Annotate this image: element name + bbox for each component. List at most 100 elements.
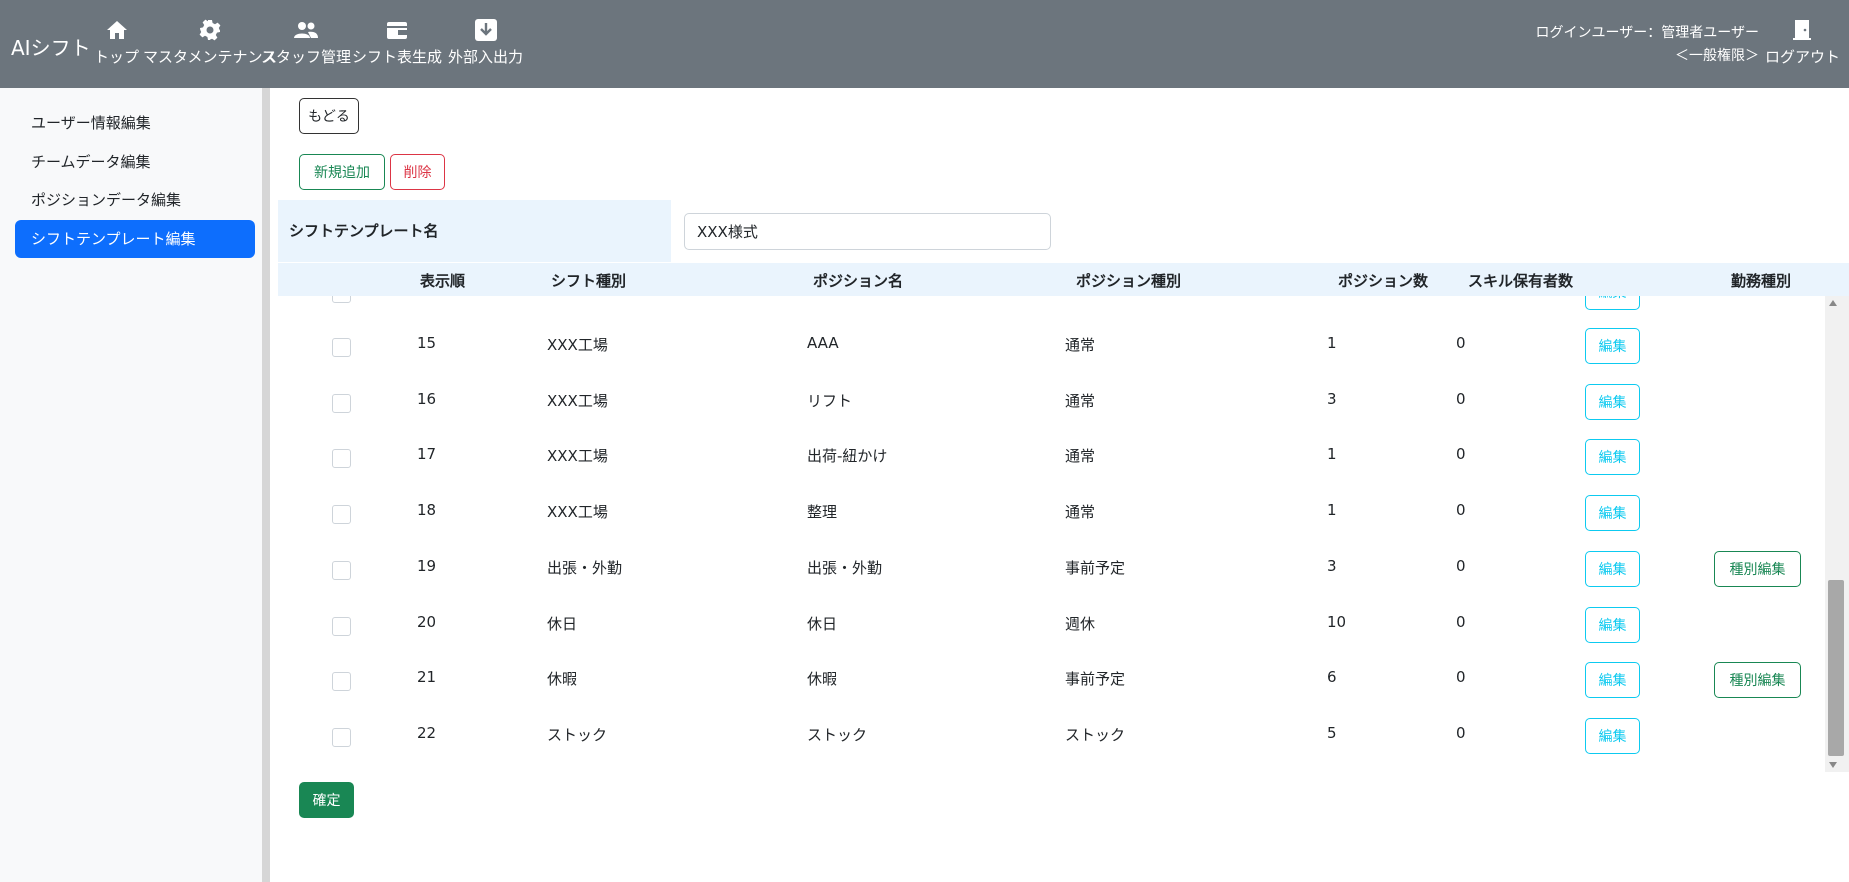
column-header-position-count: ポジション数 (1338, 272, 1429, 290)
logout-label: ログアウト (1764, 48, 1840, 66)
scroll-down-arrow[interactable] (1829, 762, 1837, 768)
logout-button[interactable]: ログアウト (1765, 18, 1840, 67)
nav-label: スタッフ管理 (261, 48, 352, 66)
row-checkbox[interactable] (332, 393, 351, 413)
edit-button[interactable]: 編集 (1585, 662, 1640, 699)
cell-position-name: 整理 (807, 503, 838, 522)
kind-edit-button[interactable]: 種別編集 (1714, 550, 1801, 587)
cell-position-name: リフト (807, 391, 853, 410)
sidebar-item-position-data[interactable]: ポジションデータ編集 (15, 181, 255, 219)
cell-position-type: 通常 (1065, 391, 1096, 410)
cell-shift-type: XXX工場 (547, 503, 608, 522)
cell-order: 19 (417, 556, 437, 575)
edit-button[interactable]: 編集 (1585, 606, 1640, 643)
nav-label: シフト表生成 (352, 48, 443, 66)
login-user-name: ログインユーザー：管理者ユーザー (1535, 25, 1759, 41)
cell-skill-holders: 0 (1456, 556, 1466, 575)
edit-button[interactable]: 編集 (1585, 495, 1640, 532)
login-user-role: ＜一般権限＞ (1675, 48, 1759, 64)
cell-position-count: 3 (1327, 556, 1337, 575)
users-icon (294, 22, 318, 38)
cell-skill-holders: 0 (1456, 612, 1466, 631)
delete-button[interactable]: 削除 (390, 154, 445, 190)
table-row: 編集 (278, 296, 1825, 310)
door-icon (1793, 20, 1812, 40)
row-checkbox[interactable] (332, 338, 351, 357)
cell-position-count: 3 (1327, 389, 1337, 408)
table-row: 16 XXX工場 リフト 通常 3 0 編集 (278, 366, 1825, 422)
column-header-work-type: 勤務種別 (1731, 272, 1792, 290)
cell-order: 15 (417, 334, 437, 352)
template-name-input[interactable] (684, 213, 1051, 250)
sidebar-item-team-data[interactable]: チームデータ編集 (15, 143, 255, 181)
cell-position-name: 出張・外勤 (807, 558, 883, 577)
cell-position-type: 事前予定 (1065, 558, 1126, 577)
cell-position-type: 通常 (1065, 336, 1096, 354)
cell-position-type: 週休 (1065, 614, 1096, 633)
column-header-position-type: ポジション種別 (1076, 272, 1182, 290)
nav-staff-management[interactable]: スタッフ管理 (261, 18, 351, 67)
row-checkbox[interactable] (332, 296, 351, 303)
cell-shift-type: 出張・外勤 (547, 558, 623, 577)
cell-skill-holders: 0 (1456, 668, 1466, 687)
cell-position-count: 1 (1327, 334, 1337, 352)
cell-position-type: 通常 (1065, 447, 1096, 466)
edit-button[interactable]: 編集 (1585, 328, 1640, 364)
table-row: 22 ストック ストック ストック 5 0 編集 (278, 700, 1825, 756)
cell-order: 22 (417, 723, 437, 742)
row-checkbox[interactable] (332, 672, 351, 692)
back-button[interactable]: もどる (299, 98, 359, 134)
cell-position-name: 休日 (807, 614, 838, 633)
cell-order: 17 (417, 445, 437, 464)
edit-button[interactable]: 編集 (1585, 296, 1640, 310)
cell-position-type: 事前予定 (1065, 670, 1126, 689)
row-checkbox[interactable] (332, 505, 351, 525)
nav-master-maintenance[interactable]: マスタメンテナンス (143, 18, 277, 67)
sidebar-item-shift-template[interactable]: シフトテンプレート編集 (15, 220, 255, 258)
kind-edit-button[interactable]: 種別編集 (1714, 662, 1801, 699)
cell-position-count: 6 (1327, 668, 1337, 687)
table-row: 21 休暇 休暇 事前予定 6 0 編集 種別編集 (278, 644, 1825, 700)
confirm-button[interactable]: 確定 (299, 782, 354, 818)
edit-button[interactable]: 編集 (1585, 717, 1640, 754)
row-checkbox[interactable] (332, 449, 351, 469)
add-new-button[interactable]: 新規追加 (299, 154, 385, 190)
column-header-position-name: ポジション名 (813, 272, 904, 290)
table-header (278, 263, 1849, 296)
edit-button[interactable]: 編集 (1585, 439, 1640, 476)
cell-position-count: 1 (1327, 501, 1337, 520)
top-navbar: AIシフト トップ マスタメンテナンス スタッフ管理 シフト表生成 外部入出力 (0, 0, 1849, 88)
nav-label: トップ (94, 48, 140, 66)
brand-logo[interactable]: AIシフト (11, 32, 91, 61)
cell-position-count: 5 (1327, 723, 1337, 742)
cell-skill-holders: 0 (1456, 389, 1466, 408)
table-row: 15 XXX工場 AAA 通常 1 0 編集 (278, 310, 1825, 366)
cell-shift-type: 休暇 (547, 670, 578, 689)
scroll-thumb[interactable] (1828, 580, 1844, 756)
row-checkbox[interactable] (332, 727, 351, 747)
edit-button[interactable]: 編集 (1585, 383, 1640, 420)
table-row: 19 出張・外勤 出張・外勤 事前予定 3 0 編集 種別編集 (278, 533, 1825, 589)
wallet-icon (387, 22, 407, 39)
cell-position-name: ストック (807, 725, 868, 744)
nav-top[interactable]: トップ (94, 18, 139, 67)
column-header-skill-holders: スキル保有者数 (1468, 272, 1574, 290)
home-icon (106, 21, 127, 39)
cell-position-type: 通常 (1065, 503, 1096, 522)
row-checkbox[interactable] (332, 616, 351, 636)
column-header-shift-type: シフト種別 (551, 272, 627, 290)
template-name-label: シフトテンプレート名 (289, 222, 439, 240)
nav-external-io[interactable]: 外部入出力 (448, 18, 523, 67)
sidebar-item-user-info[interactable]: ユーザー情報編集 (15, 104, 255, 142)
cell-position-name: 出荷-紐かけ (807, 447, 888, 466)
nav-label: 外部入出力 (448, 48, 524, 66)
row-checkbox[interactable] (332, 560, 351, 580)
nav-shift-generation[interactable]: シフト表生成 (352, 18, 442, 67)
table-row: 18 XXX工場 整理 通常 1 0 編集 (278, 477, 1825, 533)
scroll-up-arrow[interactable] (1829, 300, 1837, 306)
table-row: 20 休日 休日 週休 10 0 編集 (278, 589, 1825, 645)
template-table-body: 編集 15XXX工場AAA通常10編集16XXX工場リフト通常30編集17XXX… (278, 296, 1825, 772)
edit-button[interactable]: 編集 (1585, 550, 1640, 587)
cell-shift-type: 休日 (547, 614, 578, 633)
login-user-info: ログインユーザー：管理者ユーザー ＜一般権限＞ (1536, 22, 1759, 68)
